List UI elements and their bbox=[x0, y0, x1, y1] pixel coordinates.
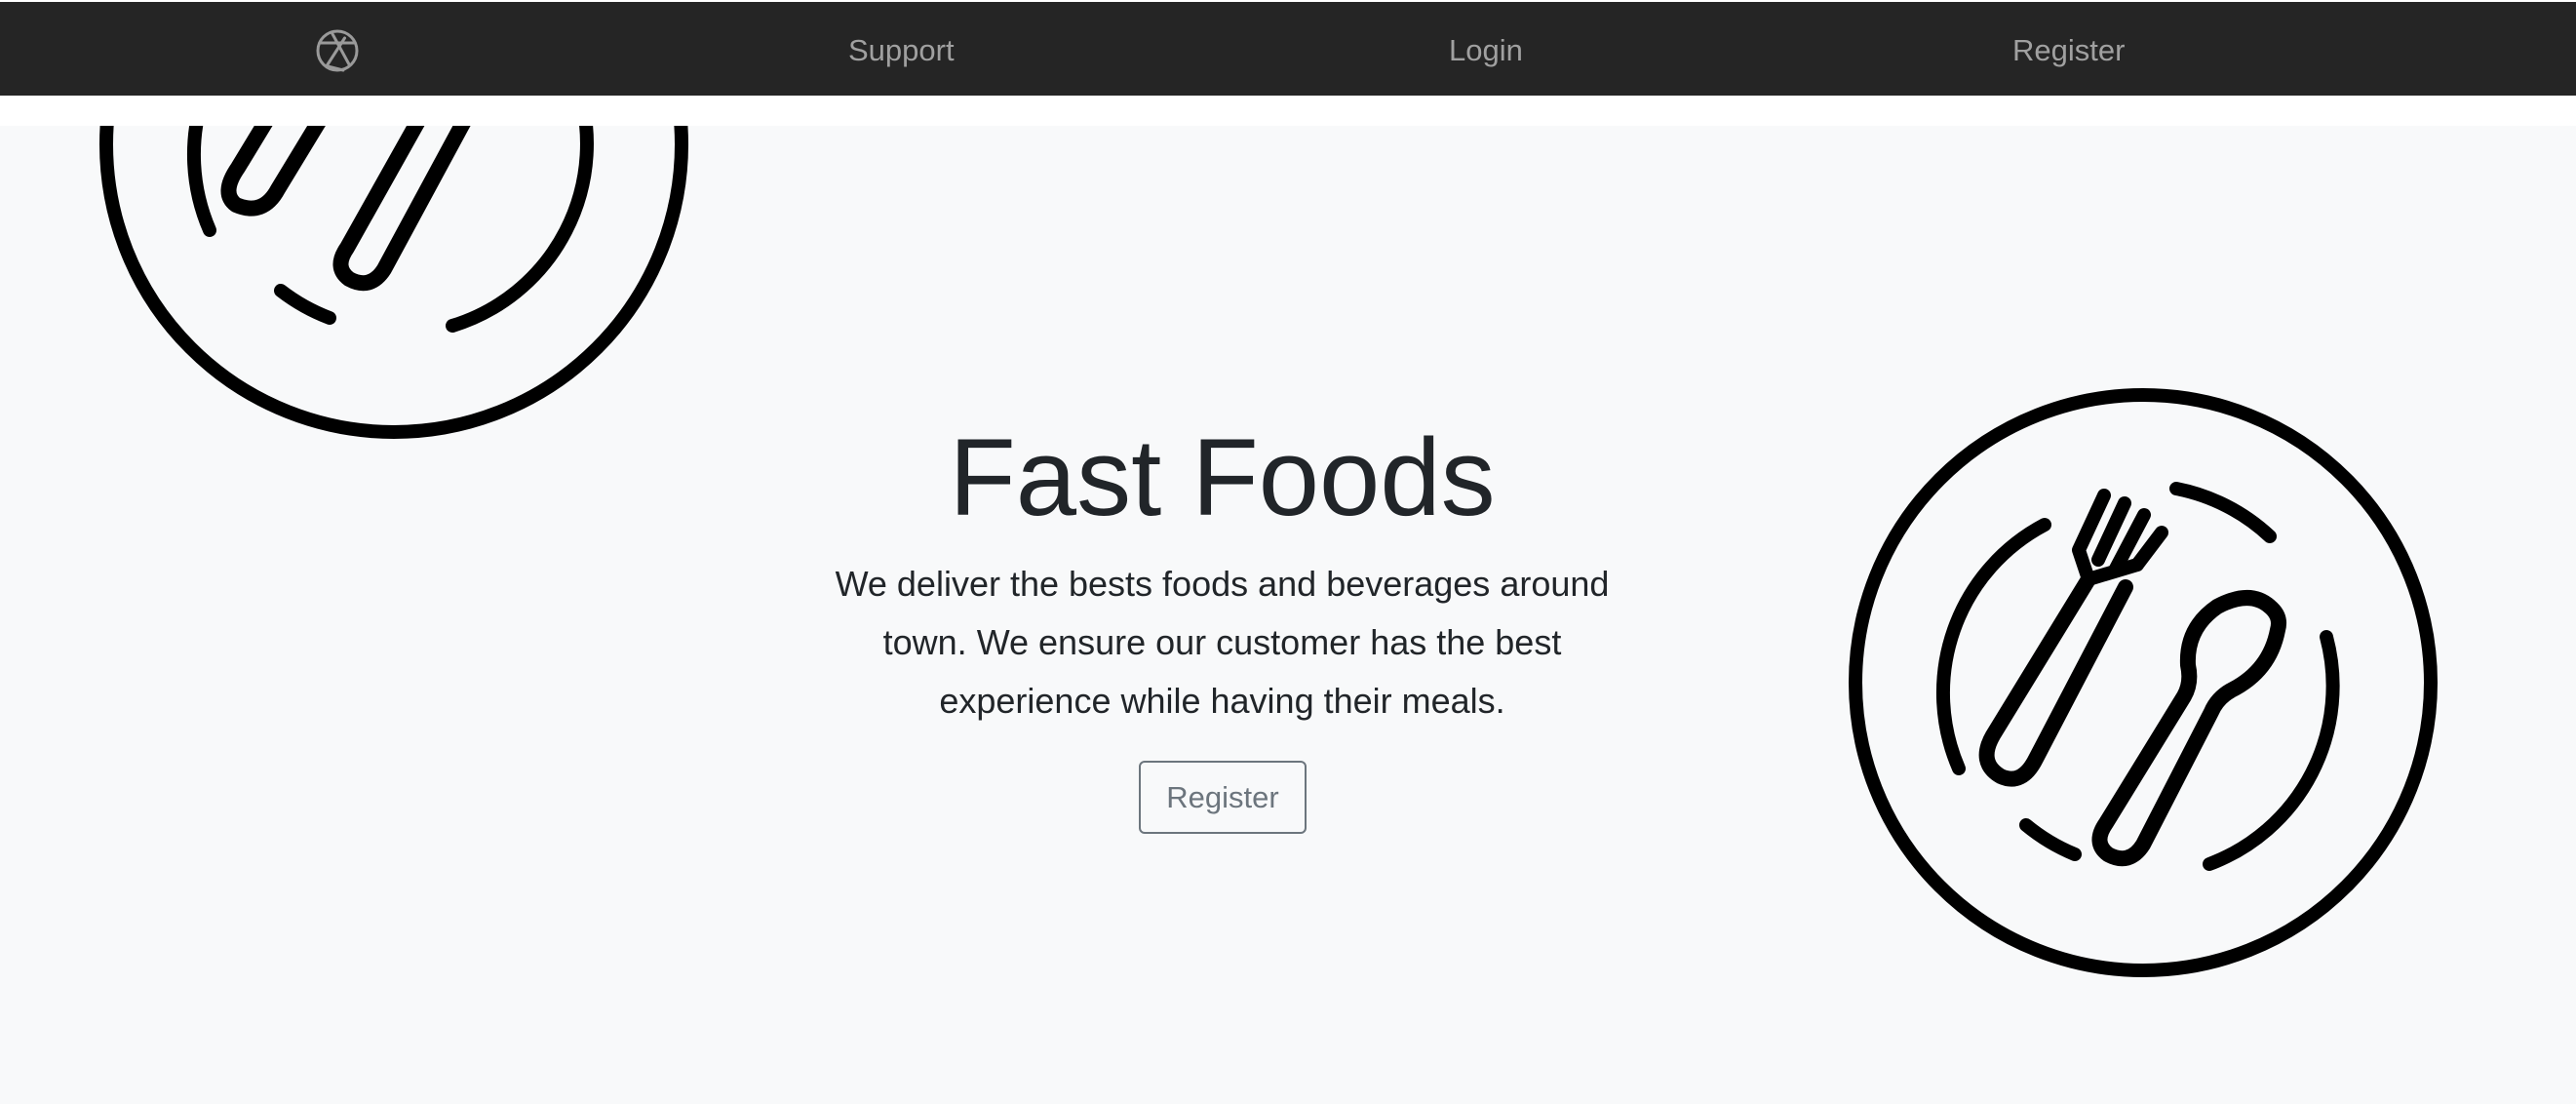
nav-link-login[interactable]: Login bbox=[1449, 31, 1523, 70]
nav-link-register[interactable]: Register bbox=[2012, 31, 2125, 70]
aperture-icon[interactable] bbox=[314, 27, 361, 74]
hero-section: Fast Foods We deliver the bests foods an… bbox=[0, 126, 2576, 1104]
top-navbar: Support Login Register bbox=[0, 2, 2576, 96]
register-button[interactable]: Register bbox=[1139, 761, 1307, 834]
hero-title: Fast Foods bbox=[949, 416, 1496, 538]
hero-lead-text: We deliver the bests foods and beverages… bbox=[835, 564, 1610, 721]
nav-link-support[interactable]: Support bbox=[848, 31, 955, 70]
plate-with-fork-and-spoon-icon bbox=[99, 126, 688, 439]
